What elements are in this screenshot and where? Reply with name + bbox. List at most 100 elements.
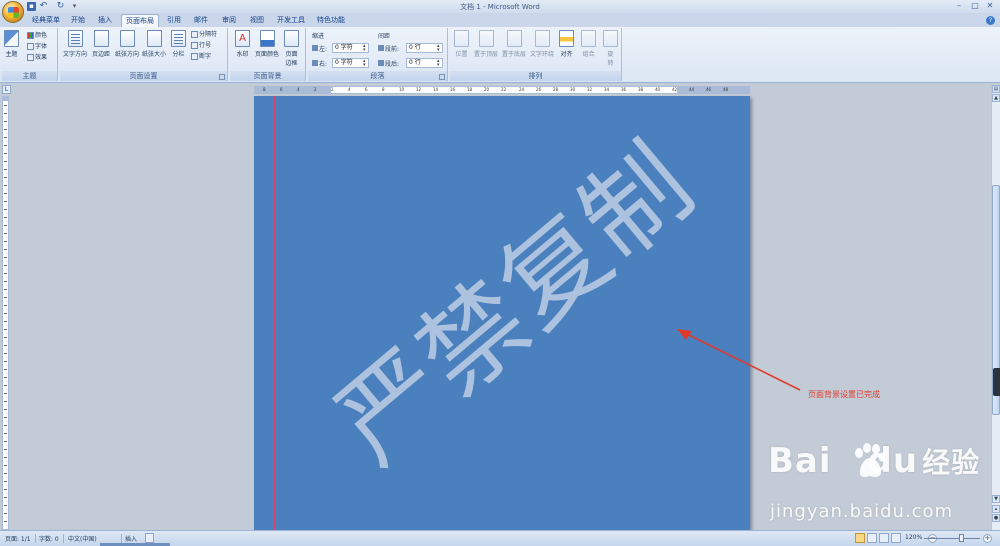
indent-left-input[interactable]: 0 字符 xyxy=(332,43,369,53)
zoom-in-icon[interactable]: + xyxy=(983,534,992,543)
vertical-ruler[interactable] xyxy=(2,96,9,530)
vertical-ruler-tick xyxy=(4,249,7,250)
help-icon[interactable]: ? xyxy=(986,16,995,25)
tab-home[interactable]: 开始 xyxy=(67,14,89,27)
full-screen-reading-icon[interactable] xyxy=(867,533,877,543)
theme-fonts-button[interactable]: 字体 xyxy=(27,42,47,51)
tab-review[interactable]: 审阅 xyxy=(218,14,240,27)
print-layout-view-icon[interactable] xyxy=(855,533,865,543)
zoom-level[interactable]: 120% xyxy=(905,534,922,541)
insert-mode[interactable]: 插入 xyxy=(125,534,137,543)
language-indicator[interactable]: 中文(中国) xyxy=(68,534,97,543)
position-icon xyxy=(454,30,469,47)
margins-icon xyxy=(93,30,109,47)
page-count[interactable]: 页面: 1/1 xyxy=(5,534,31,543)
paragraph-launcher-icon[interactable] xyxy=(439,74,445,80)
bring-to-front-icon xyxy=(478,30,494,47)
ruler-tick-label: 26 xyxy=(536,87,542,92)
paragraph-group-label: 段落 xyxy=(308,71,447,81)
vertical-ruler-tick xyxy=(4,257,7,258)
group-label: 组合 xyxy=(582,51,595,58)
tab-developer[interactable]: 开发工具 xyxy=(273,14,309,27)
tab-selector[interactable]: L xyxy=(2,85,11,94)
tab-special-features[interactable]: 特色功能 xyxy=(313,14,349,27)
browse-object-icon[interactable]: ● xyxy=(992,514,1000,522)
columns-label: 分栏 xyxy=(172,51,185,58)
text-wrap-icon xyxy=(534,30,550,47)
text-wrap-button[interactable]: 文字环绕 xyxy=(530,30,554,58)
baidu-jingyan-watermark: Bai du 经验 jingyan.baidu.com xyxy=(768,441,992,529)
tab-view[interactable]: 视图 xyxy=(246,14,268,27)
office-button[interactable] xyxy=(2,1,24,23)
paper-size-button[interactable]: 纸张大小 xyxy=(142,30,166,58)
send-to-back-icon xyxy=(506,30,522,47)
ruler-tick-label: 8 xyxy=(382,87,385,92)
breaks-button[interactable]: 分隔符 xyxy=(191,30,217,39)
page-background-group: A 水印 页面颜色 页面 边框 页面背景 xyxy=(230,28,306,81)
tab-classic-menu[interactable]: 经典菜单 xyxy=(28,14,64,27)
scroll-up-icon[interactable]: ▲ xyxy=(992,94,1000,102)
vertical-ruler-tick xyxy=(4,409,7,410)
zoom-slider-thumb[interactable] xyxy=(959,534,964,542)
minimize-button[interactable]: – xyxy=(954,1,964,10)
maximize-button[interactable]: □ xyxy=(970,1,980,10)
vertical-ruler-tick xyxy=(4,105,7,106)
group-button[interactable]: 组合 xyxy=(581,30,596,58)
position-button[interactable]: 位置 xyxy=(454,30,469,58)
ruler-tick-label: 6 xyxy=(280,87,283,92)
baidu-url: jingyan.baidu.com xyxy=(770,501,954,522)
zoom-slider[interactable] xyxy=(924,538,980,539)
text-direction-button[interactable]: 文字方向 xyxy=(63,30,87,58)
align-button[interactable]: 对齐 xyxy=(559,30,574,58)
side-panel-tab[interactable] xyxy=(993,368,1000,396)
page-setup-launcher-icon[interactable] xyxy=(219,74,225,80)
indent-right-input[interactable]: 0 字符 xyxy=(332,58,369,68)
spacing-before-label: 段前: xyxy=(378,44,399,53)
columns-button[interactable]: 分栏 xyxy=(171,30,186,58)
scroll-down-icon[interactable]: ▼ xyxy=(992,495,1000,503)
horizontal-ruler[interactable]: 8 6 4 2 2 4 6 8 10 12 14 16 18 20 22 24 26 28 30 32 34 36 38 40… xyxy=(254,86,750,94)
orientation-button[interactable]: 纸张方向 xyxy=(115,30,139,58)
theme-colors-button[interactable]: 颜色 xyxy=(27,31,47,40)
send-to-back-button[interactable]: 置于底层 xyxy=(502,30,526,58)
theme-effects-button[interactable]: 效果 xyxy=(27,53,47,62)
orientation-label: 纸张方向 xyxy=(115,51,140,58)
document-page[interactable]: 严禁复制 xyxy=(254,96,750,530)
line-numbers-button[interactable]: 行号 xyxy=(191,41,211,50)
page-borders-label-2: 边框 xyxy=(285,60,298,67)
spacing-after-input[interactable]: 0 行 xyxy=(406,58,443,68)
outline-view-icon[interactable] xyxy=(891,533,901,543)
arrange-group-label: 排列 xyxy=(450,71,621,81)
word-count[interactable]: 字数: 0 xyxy=(39,534,59,543)
margins-button[interactable]: 页边距 xyxy=(92,30,110,58)
watermark-button[interactable]: A 水印 xyxy=(235,30,250,58)
previous-page-icon[interactable]: ▴ xyxy=(992,505,1000,513)
ruler-tick-label: 28 xyxy=(553,87,559,92)
rotate-label-1: 旋 xyxy=(607,51,614,58)
close-button[interactable]: ✕ xyxy=(985,1,995,10)
themes-button[interactable]: 主题 xyxy=(4,30,19,58)
page-color-button[interactable]: 页面颜色 xyxy=(255,30,279,58)
watermark-text: 严禁复制 xyxy=(313,120,717,487)
bring-to-front-button[interactable]: 置于顶层 xyxy=(474,30,498,58)
rotate-button[interactable]: 旋转 xyxy=(603,30,618,67)
page-borders-button[interactable]: 页面 边框 xyxy=(284,30,299,67)
vertical-ruler-tick xyxy=(4,369,7,370)
tab-mailings[interactable]: 邮件 xyxy=(190,14,212,27)
tab-references[interactable]: 引用 xyxy=(163,14,185,27)
ruler-tick-label: 30 xyxy=(570,87,576,92)
ruler-toggle-icon[interactable]: ▤ xyxy=(992,85,1000,93)
vertical-ruler-tick xyxy=(4,297,7,298)
tab-insert[interactable]: 插入 xyxy=(94,14,116,27)
spacing-heading: 间距 xyxy=(378,33,391,40)
tab-page-layout[interactable]: 页面布局 xyxy=(121,14,159,27)
spacing-before-input[interactable]: 0 行 xyxy=(406,43,443,53)
paper-size-icon xyxy=(146,30,162,47)
vertical-ruler-tick xyxy=(4,145,7,146)
vertical-ruler-tick xyxy=(4,441,7,442)
vertical-scrollbar[interactable]: ▤ ▲ ▼ ▴ ● xyxy=(991,85,1000,530)
macro-record-icon[interactable] xyxy=(145,533,154,543)
vertical-ruler-tick xyxy=(4,153,7,154)
web-layout-icon[interactable] xyxy=(879,533,889,543)
hyphenation-button[interactable]: 断字 xyxy=(191,52,211,61)
